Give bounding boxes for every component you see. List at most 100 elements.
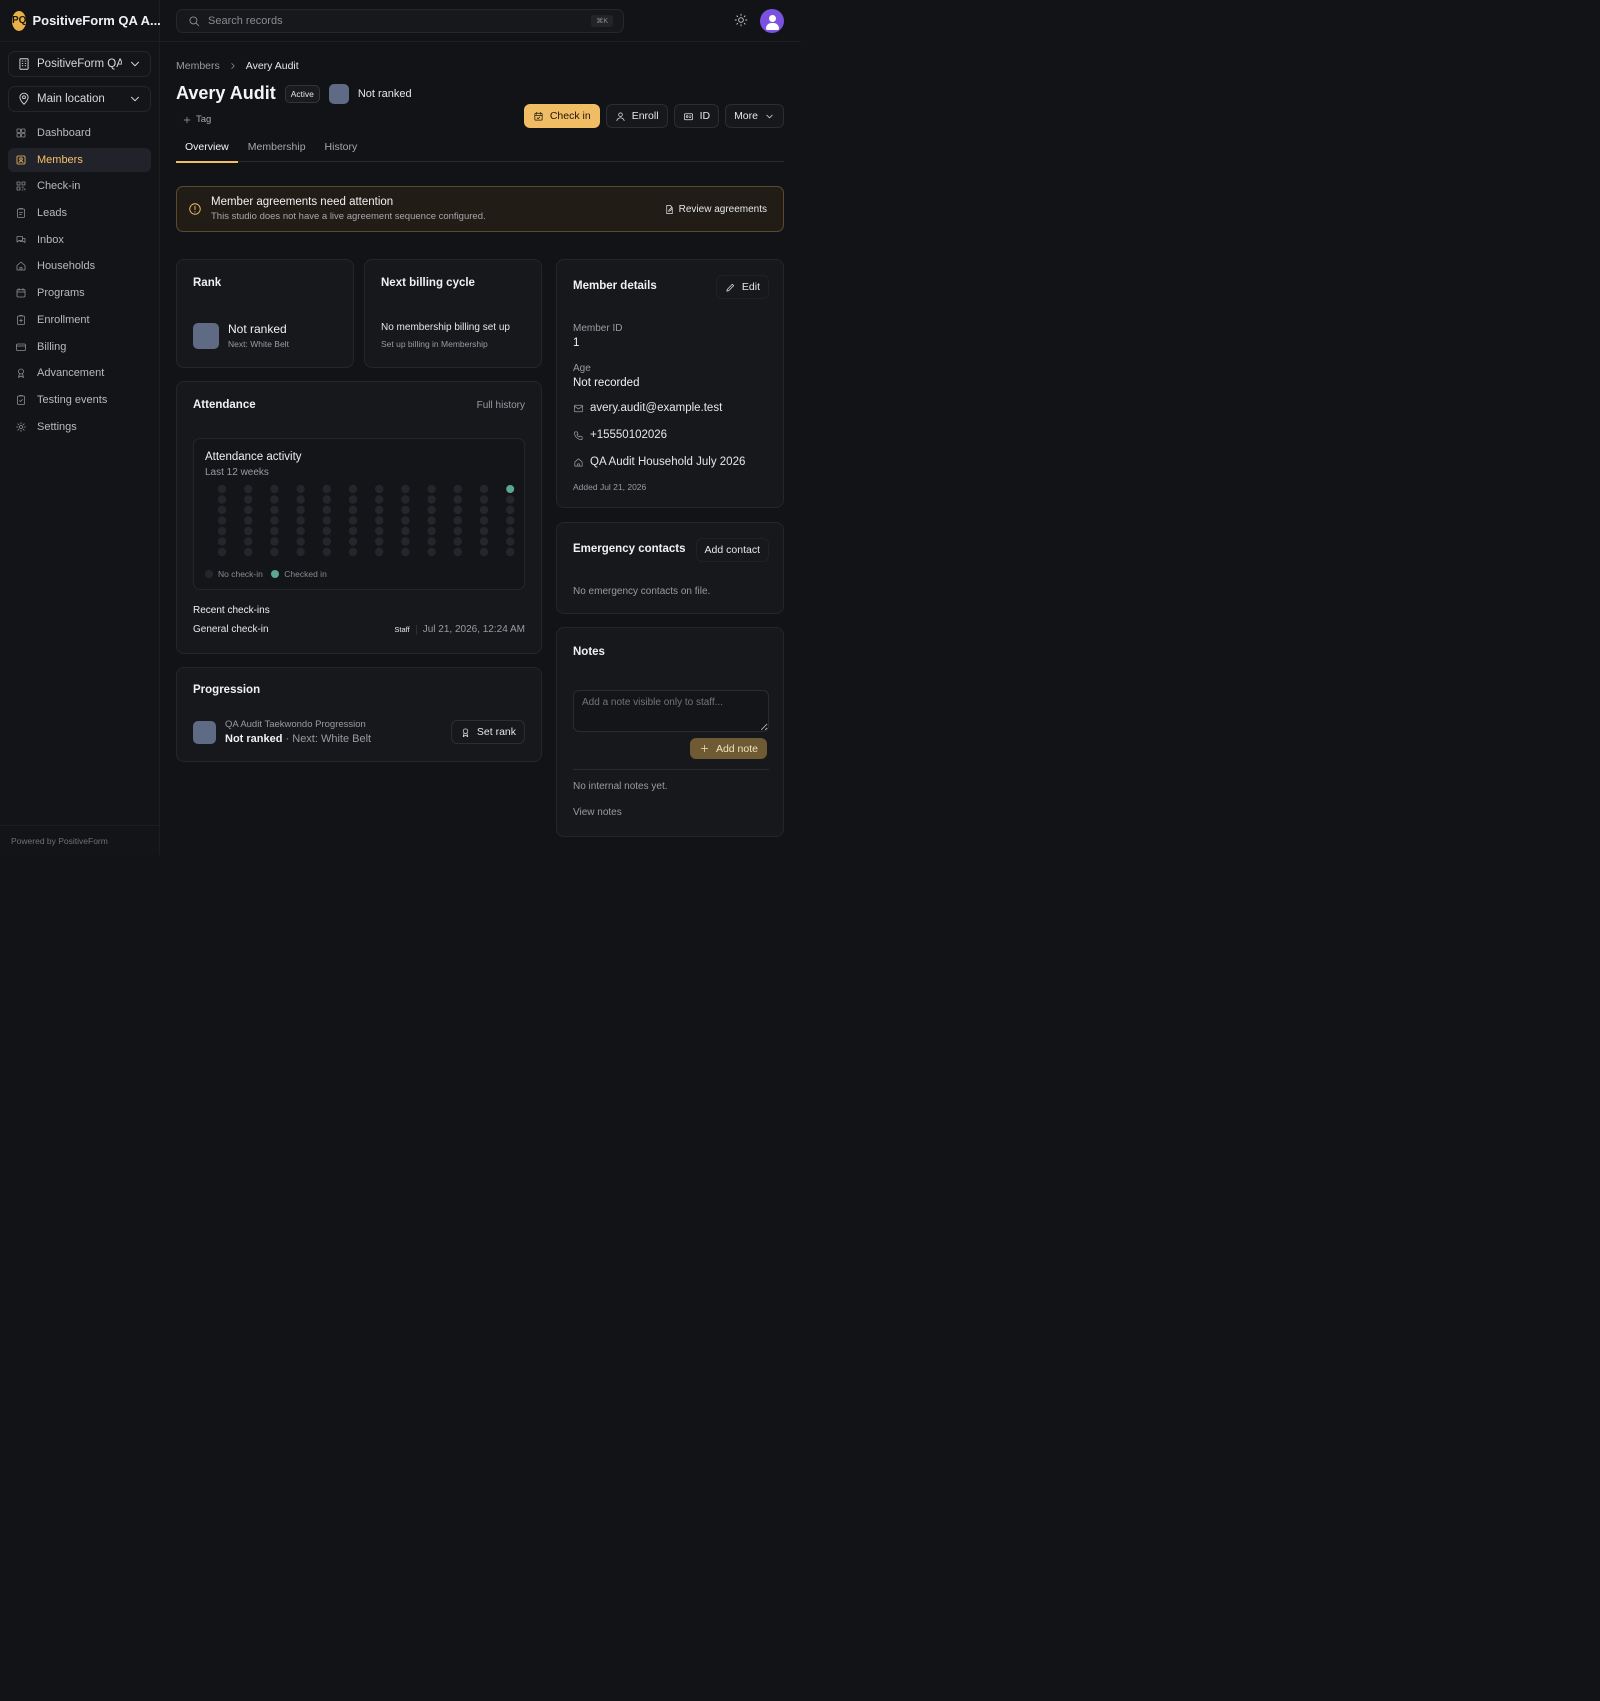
heatmap-cell (375, 484, 384, 494)
heatmap-cell (322, 516, 331, 525)
heatmap-cell (296, 537, 305, 546)
breadcrumb-members[interactable]: Members (176, 60, 220, 72)
heatmap-cell (348, 526, 358, 536)
heatmap-cell (427, 516, 436, 525)
heatmap-cell (217, 495, 227, 504)
search-icon (187, 14, 201, 28)
heatmap-cell (401, 516, 410, 525)
notes-title: Notes (573, 646, 605, 658)
sidebar-item-inbox[interactable]: Inbox (8, 228, 151, 252)
sidebar-item-settings[interactable]: Settings (8, 415, 151, 439)
enroll-label: Enroll (631, 110, 659, 122)
search-shortcut: ⌘K (591, 15, 613, 27)
heatmap-cell (270, 495, 279, 504)
heatmap-cell (244, 516, 253, 525)
inbox-icon (15, 234, 27, 246)
sidebar-item-dashboard[interactable]: Dashboard (8, 121, 151, 145)
sun-icon[interactable] (734, 13, 748, 27)
edit-button[interactable]: Edit (715, 275, 769, 299)
billing-icon (15, 341, 27, 353)
heatmap-cell (296, 547, 305, 557)
add-note-label: Add note (715, 742, 758, 755)
agreements-alert: Member agreements need attention This st… (176, 186, 784, 232)
heatmap-cell (453, 505, 462, 515)
households-icon (15, 260, 27, 272)
legend-no-checkin: No check-in (218, 569, 263, 579)
check-in-button[interactable]: Check in (523, 104, 600, 128)
brand[interactable]: PQ PositiveForm QA A... (0, 0, 161, 42)
heatmap-cell (296, 505, 305, 515)
sidebar-item-programs[interactable]: Programs (8, 281, 151, 305)
avatar-body (766, 23, 779, 30)
heatmap-cell (322, 537, 331, 546)
members-icon (15, 154, 27, 166)
heatmap-cell (375, 495, 384, 504)
heatmap-cell (401, 547, 410, 557)
sidebar-item-advancement[interactable]: Advancement (8, 361, 151, 385)
heatmap-cell (296, 484, 305, 494)
id-card-icon (683, 111, 694, 122)
more-button[interactable]: More (725, 104, 784, 128)
add-note-button[interactable]: Add note (689, 738, 767, 759)
sidebar-item-enrollment[interactable]: Enrollment (8, 308, 151, 332)
heatmap-cell (479, 537, 489, 546)
rank-next: Next: White Belt (228, 339, 289, 349)
heatmap-cell (375, 547, 384, 557)
legend-checked-swatch (271, 570, 280, 578)
heatmap-cell (244, 484, 253, 494)
pencil-icon (725, 282, 736, 293)
heatmap-cell (348, 505, 358, 515)
note-input[interactable] (573, 690, 769, 732)
rank-summary: Not ranked Next: White Belt (193, 322, 289, 349)
attendance-activity-panel: Attendance activity Last 12 weeks No che… (193, 438, 525, 590)
sidebar-item-members[interactable]: Members (8, 147, 151, 172)
emergency-empty: No emergency contacts on file. (573, 586, 711, 597)
sidebar-item-label: Inbox (37, 233, 64, 246)
sidebar-item-testing-events[interactable]: Testing events (8, 388, 151, 412)
phone-value[interactable]: +15550102026 (590, 429, 667, 441)
member-id-label: Member ID (573, 323, 623, 334)
sidebar-item-billing[interactable]: Billing (8, 335, 151, 359)
location-select[interactable]: Main location (8, 86, 151, 112)
sidebar-item-leads[interactable]: Leads (8, 201, 151, 225)
avatar[interactable] (760, 9, 784, 33)
divider (415, 624, 417, 635)
activity-subtitle: Last 12 weeks (205, 467, 269, 478)
enrollment-icon (15, 314, 27, 326)
search-placeholder: Search records (208, 15, 283, 27)
progression-program: QA Audit Taekwondo Progression (225, 719, 366, 730)
review-agreements-button[interactable]: Review agreements (664, 204, 767, 215)
set-rank-label: Set rank (476, 726, 516, 738)
heatmap-cell (427, 547, 436, 557)
view-notes-link[interactable]: View notes (573, 807, 622, 818)
brand-logo: PQ (12, 10, 27, 31)
sidebar-item-households[interactable]: Households (8, 254, 151, 278)
billing-status: No membership billing set up (381, 322, 510, 333)
email-value[interactable]: avery.audit@example.test (590, 402, 722, 414)
progression-title: Progression (193, 684, 261, 696)
search-input[interactable]: Search records ⌘K (176, 9, 624, 33)
organization-select[interactable]: PositiveForm QA Au... (8, 51, 151, 77)
tab-overview[interactable]: Overview (176, 138, 238, 163)
heatmap-cell (506, 547, 515, 557)
heatmap-cell (270, 516, 279, 525)
household-value[interactable]: QA Audit Household July 2026 (590, 456, 745, 468)
breadcrumb-current: Avery Audit (245, 60, 299, 72)
tab-membership[interactable]: Membership (239, 138, 315, 162)
sidebar-item-check-in[interactable]: Check-in (8, 174, 151, 198)
id-card-button[interactable]: ID (673, 104, 720, 128)
tab-history[interactable]: History (316, 138, 367, 162)
full-history-link[interactable]: Full history (477, 400, 525, 411)
award-icon (460, 727, 471, 738)
home-icon (573, 457, 584, 468)
heatmap-cell (375, 516, 384, 525)
enroll-button[interactable]: Enroll (605, 104, 668, 128)
add-contact-button[interactable]: Add contact (695, 538, 769, 562)
sidebar-item-label: Billing (37, 340, 67, 353)
map-pin-icon (17, 92, 31, 106)
heatmap-cell (348, 547, 358, 557)
progression-next: · Next: White Belt (285, 733, 372, 745)
set-rank-button[interactable]: Set rank (450, 720, 525, 744)
add-tag-button[interactable]: Tag (182, 114, 211, 125)
rank-swatch-large (193, 322, 219, 349)
